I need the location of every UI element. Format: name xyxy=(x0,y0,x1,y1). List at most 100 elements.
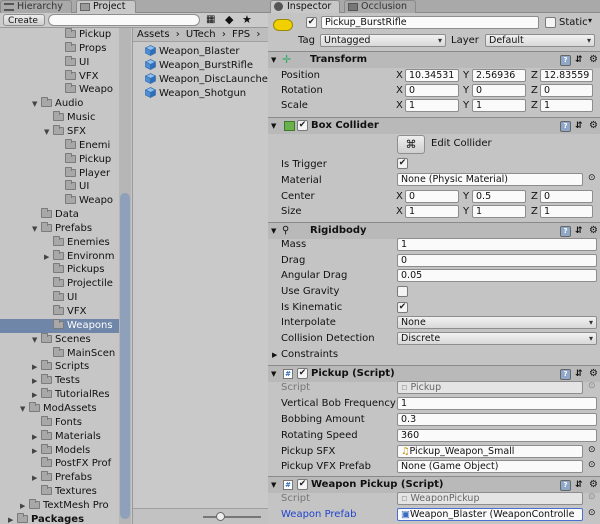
folder-tree-item[interactable]: ▼ Scenes xyxy=(0,332,119,347)
asset-item[interactable]: Weapon_Shotgun xyxy=(144,85,246,99)
folder-tree-item[interactable]: Enemies xyxy=(0,235,119,250)
folder-tree-item[interactable]: Data xyxy=(0,208,119,222)
project-search-input[interactable] xyxy=(48,14,200,26)
pickup-vfx-field[interactable]: None (Game Object) xyxy=(397,460,583,473)
settings-gear-icon[interactable]: ⚙ xyxy=(589,52,598,68)
expanded-arrow-icon[interactable]: ▼ xyxy=(20,402,29,416)
folder-tree-item[interactable]: Textures xyxy=(0,485,119,499)
rotation-z-field[interactable]: 0 xyxy=(540,84,593,97)
scale-z-field[interactable]: 1 xyxy=(540,99,593,112)
folder-tree-item[interactable]: Pickup xyxy=(0,152,119,167)
size-y-field[interactable]: 1 xyxy=(472,205,526,218)
object-picker-icon[interactable]: ⊙ xyxy=(588,460,596,470)
folder-tree-item[interactable]: VFX xyxy=(0,69,119,84)
object-picker-icon[interactable]: ⊙ xyxy=(588,508,596,518)
folder-tree-item[interactable]: Pickups xyxy=(0,263,119,277)
folder-tree-item[interactable]: ▶ Prefabs xyxy=(0,471,119,485)
object-picker-icon[interactable]: ⊙ xyxy=(588,445,596,455)
is-kinematic-checkbox[interactable]: ✔ xyxy=(397,302,408,313)
weapon-pickup-header[interactable]: ▼ # ✔ Weapon Pickup (Script) ? ⇵ ⚙ xyxy=(268,476,600,493)
is-trigger-checkbox[interactable]: ✔ xyxy=(397,158,408,169)
folder-tree-item[interactable]: Projectile xyxy=(0,277,119,291)
asset-size-slider[interactable] xyxy=(203,516,261,518)
preset-icon[interactable]: ⇵ xyxy=(575,118,583,134)
center-z-field[interactable]: 0 xyxy=(540,190,593,203)
interpolate-dropdown[interactable]: None xyxy=(397,316,597,329)
static-checkbox[interactable] xyxy=(545,17,556,28)
collapsed-arrow-icon[interactable]: ▶ xyxy=(32,388,41,402)
expanded-arrow-icon[interactable]: ▼ xyxy=(32,97,41,111)
position-x-field[interactable]: 10.34531 xyxy=(405,69,459,82)
asset-size-slider-knob[interactable] xyxy=(216,512,226,521)
collapsed-arrow-icon[interactable]: ▶ xyxy=(32,444,41,458)
rigidbody-header[interactable]: ▼ ⚲ Rigidbody ? ⇵ ⚙ xyxy=(268,222,600,239)
asset-item[interactable]: Weapon_BurstRifle xyxy=(144,57,253,71)
folder-tree-item[interactable]: PostFX Prof xyxy=(0,457,119,471)
tab-project[interactable]: Project xyxy=(76,0,136,13)
folder-tree-item[interactable]: Pickup xyxy=(0,28,119,42)
constraints-label[interactable]: Constraints xyxy=(281,348,338,361)
position-y-field[interactable]: 2.56936 xyxy=(472,69,526,82)
folder-tree-item[interactable]: Weapons xyxy=(0,318,119,333)
filter-type-icon[interactable]: ▦ xyxy=(206,14,215,25)
asset-item[interactable]: Weapon_DiscLaunche xyxy=(144,71,268,85)
expanded-arrow-icon[interactable]: ▼ xyxy=(32,333,41,347)
object-name-field[interactable]: Pickup_BurstRifle xyxy=(321,16,539,29)
foldout-arrow-icon[interactable]: ▼ xyxy=(271,223,276,239)
asset-item[interactable]: Weapon_Blaster xyxy=(144,43,240,57)
rotation-x-field[interactable]: 0 xyxy=(405,84,459,97)
folder-tree-item[interactable]: ▶ Materials xyxy=(0,429,119,444)
breadcrumb-fps[interactable]: FPS xyxy=(232,29,250,40)
settings-gear-icon[interactable]: ⚙ xyxy=(589,366,598,382)
folder-tree-item[interactable]: ▼ Prefabs xyxy=(0,221,119,236)
preset-icon[interactable]: ⇵ xyxy=(575,366,583,382)
layer-dropdown[interactable]: Default xyxy=(485,34,595,47)
center-x-field[interactable]: 0 xyxy=(405,190,459,203)
constraints-foldout-icon[interactable]: ▶ xyxy=(272,349,277,362)
folder-tree-item[interactable]: ▶ Environm xyxy=(0,249,119,264)
folder-tree-item[interactable]: Enemi xyxy=(0,138,119,153)
position-z-field[interactable]: 12.83559 xyxy=(540,69,593,82)
pickup-sfx-field[interactable]: ♫Pickup_Weapon_Small xyxy=(397,445,583,458)
collapsed-arrow-icon[interactable]: ▶ xyxy=(8,513,17,524)
angular-drag-field[interactable]: 0.05 xyxy=(397,269,597,282)
folder-tree-item[interactable]: Props xyxy=(0,41,119,56)
static-dropdown-icon[interactable]: ▾ xyxy=(588,16,592,25)
folder-tree-item[interactable]: UI xyxy=(0,55,119,70)
preset-icon[interactable]: ⇵ xyxy=(575,223,583,239)
folder-tree-item[interactable]: ▶ Models xyxy=(0,443,119,458)
help-book-icon[interactable]: ? xyxy=(560,480,571,491)
folder-tree-item[interactable]: VFX xyxy=(0,305,119,319)
drag-field[interactable]: 0 xyxy=(397,254,597,267)
expanded-arrow-icon[interactable]: ▼ xyxy=(32,222,41,236)
settings-gear-icon[interactable]: ⚙ xyxy=(589,118,598,134)
favorite-star-icon[interactable]: ★ xyxy=(242,13,252,26)
label-tag-icon[interactable]: ◆ xyxy=(225,13,233,26)
folder-tree-item[interactable]: ▼ Audio xyxy=(0,97,119,111)
create-button[interactable]: Create ▾ xyxy=(3,14,45,38)
foldout-arrow-icon[interactable]: ▼ xyxy=(271,366,276,382)
breadcrumb-assets[interactable]: Assets xyxy=(137,29,170,40)
settings-gear-icon[interactable]: ⚙ xyxy=(589,477,598,493)
transform-header[interactable]: ▼ ✛ Transform ? ⇵ ⚙ xyxy=(268,51,600,68)
folder-tree-item[interactable]: ▼ SFX xyxy=(0,124,119,139)
gameobject-icon[interactable] xyxy=(273,19,293,31)
bobbing-amount-field[interactable]: 0.3 xyxy=(397,413,597,426)
material-field[interactable]: None (Physic Material) xyxy=(397,173,583,186)
tag-dropdown[interactable]: Untagged xyxy=(320,34,446,47)
tree-scrollbar-thumb[interactable] xyxy=(120,193,130,519)
folder-tree-item[interactable]: ▶ Scripts xyxy=(0,360,119,374)
scale-x-field[interactable]: 1 xyxy=(405,99,459,112)
box-collider-header[interactable]: ▼ ✔ Box Collider ? ⇵ ⚙ xyxy=(268,117,600,134)
folder-tree-item[interactable]: ▶ Tests xyxy=(0,374,119,388)
help-book-icon[interactable]: ? xyxy=(560,121,571,132)
tab-inspector[interactable]: Inspector xyxy=(270,0,340,13)
pickup-script-header[interactable]: ▼ # ✔ Pickup (Script) ? ⇵ ⚙ xyxy=(268,365,600,382)
mass-field[interactable]: 1 xyxy=(397,238,597,251)
expanded-arrow-icon[interactable]: ▼ xyxy=(44,125,53,139)
use-gravity-checkbox[interactable] xyxy=(397,286,408,297)
rotation-y-field[interactable]: 0 xyxy=(472,84,526,97)
preset-icon[interactable]: ⇵ xyxy=(575,52,583,68)
collapsed-arrow-icon[interactable]: ▶ xyxy=(32,430,41,444)
size-x-field[interactable]: 1 xyxy=(405,205,459,218)
